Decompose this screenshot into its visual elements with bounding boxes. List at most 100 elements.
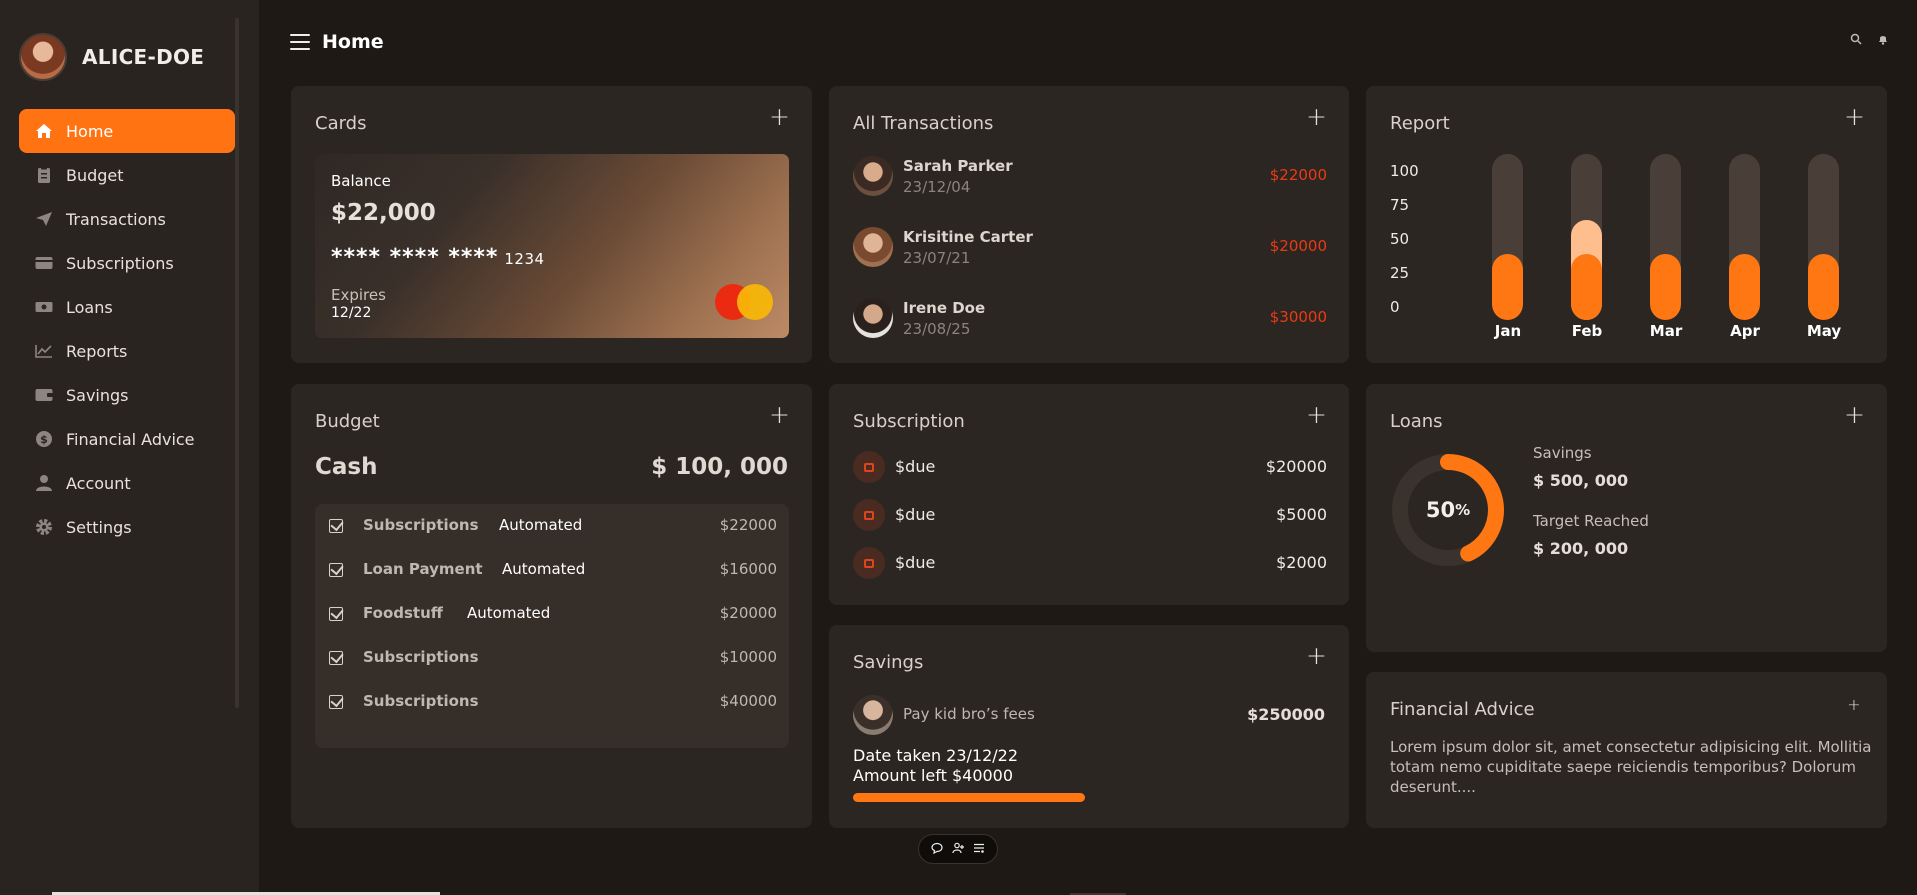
list-item[interactable]: Subscriptions $10000 bbox=[329, 648, 777, 672]
sidebar-item-savings[interactable]: Savings bbox=[19, 373, 235, 417]
avatar bbox=[853, 695, 893, 735]
add-card-button[interactable]: + bbox=[769, 104, 790, 129]
credit-card[interactable]: Balance $22,000 **** **** **** 1234 Expir… bbox=[315, 154, 789, 338]
sidebar-item-home[interactable]: Home bbox=[19, 109, 235, 153]
transaction-date: 23/08/25 bbox=[903, 320, 971, 338]
wallet-icon bbox=[34, 385, 54, 405]
transaction-row[interactable]: Krisitine Carter 23/07/21 $20000 bbox=[853, 227, 1327, 267]
bar-may[interactable] bbox=[1808, 154, 1839, 320]
list-item[interactable]: $due $2000 bbox=[853, 547, 1327, 579]
x-tick-label: Mar bbox=[1649, 322, 1683, 340]
menu-icon[interactable] bbox=[290, 34, 310, 50]
sidebar-item-label: Budget bbox=[66, 165, 124, 185]
list-item[interactable]: Subscriptions Automated $22000 bbox=[329, 516, 777, 540]
y-tick-label: 50 bbox=[1390, 230, 1410, 248]
bar-fill bbox=[1650, 253, 1681, 320]
checkbox[interactable] bbox=[329, 651, 343, 665]
sidebar-nav: Home Budget Transactions Subscriptions L… bbox=[19, 109, 235, 549]
list-item[interactable]: $due $20000 bbox=[853, 451, 1327, 483]
sidebar-item-transactions[interactable]: Transactions bbox=[19, 197, 235, 241]
bar-fill bbox=[1571, 253, 1602, 320]
subscription-panel: Subscription + $due $20000 $due $5000 $d… bbox=[829, 384, 1349, 605]
cash-icon bbox=[34, 297, 54, 317]
sidebar-item-label: Home bbox=[66, 121, 114, 141]
y-tick-label: 25 bbox=[1390, 264, 1410, 282]
search-icon[interactable] bbox=[1850, 33, 1862, 48]
list-item[interactable]: $due $5000 bbox=[853, 499, 1327, 531]
report-panel: Report + 100 75 50 25 0 Jan Feb Mar Apr May bbox=[1366, 86, 1887, 363]
progress-fill bbox=[853, 793, 1086, 802]
add-budget-button[interactable]: + bbox=[769, 402, 790, 427]
chart-icon bbox=[34, 341, 54, 361]
transaction-row[interactable]: Sarah Parker 23/12/04 $22000 bbox=[853, 156, 1327, 196]
lock-icon bbox=[853, 547, 885, 579]
subscription-title: Subscription bbox=[853, 411, 965, 432]
sidebar: ALICE-DOE Home Budget Transactions Subsc… bbox=[0, 0, 259, 895]
sidebar-item-subscriptions[interactable]: Subscriptions bbox=[19, 241, 235, 285]
x-tick-label: May bbox=[1806, 322, 1842, 340]
checkbox[interactable] bbox=[329, 519, 343, 533]
topbar: Home bbox=[290, 31, 384, 53]
bar-apr[interactable] bbox=[1729, 154, 1760, 320]
add-report-button[interactable]: + bbox=[1844, 104, 1865, 129]
cards-title: Cards bbox=[315, 113, 367, 134]
bar-feb[interactable] bbox=[1571, 154, 1602, 320]
add-loan-button[interactable]: + bbox=[1844, 402, 1865, 427]
add-subscription-button[interactable]: + bbox=[1306, 402, 1327, 427]
balance-amount: $22,000 bbox=[331, 200, 436, 226]
sidebar-scrollbar[interactable] bbox=[235, 18, 239, 708]
sidebar-item-reports[interactable]: Reports bbox=[19, 329, 235, 373]
add-transaction-button[interactable]: + bbox=[1306, 104, 1327, 129]
subscription-value: $5000 bbox=[1276, 505, 1327, 524]
sidebar-item-financial-advice[interactable]: $ Financial Advice bbox=[19, 417, 235, 461]
bar-jan[interactable] bbox=[1492, 154, 1523, 320]
transaction-amount: $20000 bbox=[1269, 237, 1327, 255]
y-axis: 100 75 50 25 0 bbox=[1390, 154, 1419, 324]
top-actions bbox=[1850, 33, 1889, 48]
transaction-date: 23/12/04 bbox=[903, 178, 971, 196]
transaction-name: Krisitine Carter bbox=[903, 228, 1033, 246]
list-item[interactable]: Foodstuff Automated $20000 bbox=[329, 604, 777, 628]
budget-item-tag: Automated bbox=[499, 516, 583, 534]
x-tick-label: Jan bbox=[1494, 322, 1522, 340]
bar-mar[interactable] bbox=[1650, 154, 1681, 320]
gear-icon bbox=[34, 517, 54, 537]
budget-cash-label: Cash bbox=[315, 454, 378, 480]
expires-value: 12/22 bbox=[331, 305, 372, 321]
sidebar-item-loans[interactable]: Loans bbox=[19, 285, 235, 329]
sidebar-item-budget[interactable]: Budget bbox=[19, 153, 235, 197]
advice-text: Lorem ipsum dolor sit, amet consectetur … bbox=[1390, 738, 1872, 796]
budget-item-name: Subscriptions bbox=[363, 648, 479, 666]
list-item[interactable]: Loan Payment Automated $16000 bbox=[329, 560, 777, 584]
loans-title: Loans bbox=[1390, 411, 1443, 432]
avatar[interactable] bbox=[19, 33, 67, 81]
sidebar-item-label: Transactions bbox=[66, 209, 166, 229]
transaction-row[interactable]: Irene Doe 23/08/25 $30000 bbox=[853, 298, 1327, 338]
x-tick-label: Apr bbox=[1730, 322, 1760, 340]
card-number: **** **** **** 1234 bbox=[331, 245, 545, 270]
sidebar-item-label: Savings bbox=[66, 385, 129, 405]
add-savings-button[interactable]: + bbox=[1306, 643, 1327, 668]
y-tick-label: 75 bbox=[1390, 196, 1410, 214]
budget-item-value: $16000 bbox=[719, 560, 777, 578]
add-user-icon[interactable] bbox=[952, 842, 964, 857]
checkbox[interactable] bbox=[329, 607, 343, 621]
sidebar-item-settings[interactable]: Settings bbox=[19, 505, 235, 549]
sidebar-item-account[interactable]: Account bbox=[19, 461, 235, 505]
avatar bbox=[853, 227, 893, 267]
checkbox[interactable] bbox=[329, 695, 343, 709]
subscription-value: $2000 bbox=[1276, 553, 1327, 572]
bell-icon[interactable] bbox=[1877, 33, 1889, 48]
list-item[interactable]: Subscriptions $40000 bbox=[329, 692, 777, 716]
budget-item-name: Subscriptions bbox=[363, 692, 479, 710]
budget-item-name: Subscriptions bbox=[363, 516, 479, 534]
add-advice-button[interactable]: + bbox=[1845, 696, 1863, 714]
savings-item: Pay kid bro’s fees bbox=[903, 705, 1035, 723]
cards-panel: Cards + Balance $22,000 **** **** **** 12… bbox=[291, 86, 812, 363]
chat-icon[interactable] bbox=[931, 842, 943, 857]
user-profile[interactable]: ALICE-DOE bbox=[19, 33, 204, 81]
checkbox[interactable] bbox=[329, 563, 343, 577]
list-settings-icon[interactable] bbox=[973, 842, 985, 857]
loans-savings-value: $ 500, 000 bbox=[1533, 471, 1629, 490]
lock-icon bbox=[853, 451, 885, 483]
